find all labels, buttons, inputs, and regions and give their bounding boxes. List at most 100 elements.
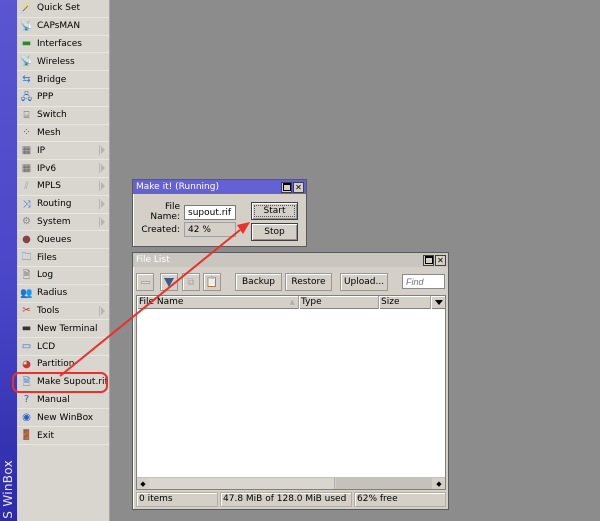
interfaces-icon: ▬ xyxy=(21,38,32,50)
column-header-type[interactable]: Type xyxy=(299,296,379,309)
tools-icon: ✂ xyxy=(22,305,31,317)
file-list-titlebar[interactable]: File List ✕ xyxy=(133,253,448,267)
sidebar-item-quick-set[interactable]: 🪄 Quick Set xyxy=(17,0,109,18)
sort-ascending-icon: ▲ xyxy=(289,298,295,306)
sidebar-item-radius[interactable]: 👥 Radius xyxy=(17,285,109,303)
sidebar-item-label: Make Supout.rif xyxy=(37,377,108,388)
sidebar-item-new-winbox[interactable]: ◉ New WinBox xyxy=(17,409,109,428)
find-input[interactable] xyxy=(402,274,445,289)
queues-icon: ● xyxy=(22,234,31,246)
column-header-size[interactable]: Size xyxy=(379,296,431,309)
submenu-arrow-icon xyxy=(99,180,105,191)
status-item-count: 0 items xyxy=(136,492,218,507)
chevron-down-icon xyxy=(435,300,443,305)
sidebar-item-queues[interactable]: ● Queues xyxy=(17,231,109,250)
close-button[interactable]: ✕ xyxy=(435,254,446,266)
mesh-icon: ⁘ xyxy=(22,127,31,139)
submenu-arrow-icon xyxy=(99,145,105,156)
scroll-track[interactable] xyxy=(336,478,432,489)
filter-button[interactable] xyxy=(160,273,178,291)
sidebar-item-label: Manual xyxy=(37,394,70,405)
make-supout-window: Make it! (Running) ✕ File Name: supout.r… xyxy=(132,179,307,247)
sidebar-item-label: LCD xyxy=(37,341,56,352)
submenu-arrow-icon xyxy=(99,163,105,174)
status-free-space: 62% free xyxy=(354,492,446,507)
sidebar-item-label: New WinBox xyxy=(37,412,94,423)
sidebar-item-label: Wireless xyxy=(37,56,75,67)
file-name-input[interactable]: supout.rif xyxy=(184,204,236,220)
sidebar-item-label: Queues xyxy=(37,234,72,245)
ppp-icon: 🖧 xyxy=(20,91,33,103)
window-title: File List xyxy=(136,255,170,265)
file-list-toolbar: ⧉ 📋 Backup Restore Upload... xyxy=(136,273,445,292)
paste-button[interactable]: 📋 xyxy=(203,273,221,291)
sidebar-item-routing[interactable]: ⤨ Routing xyxy=(17,196,109,214)
sidebar-item-lcd[interactable]: ▭ LCD xyxy=(17,338,109,356)
remove-button[interactable] xyxy=(136,273,154,291)
table-header: File Name ▲ Type Size xyxy=(137,296,445,309)
file-name-label: File Name: xyxy=(150,202,180,222)
scroll-right-button[interactable]: ◆ xyxy=(433,478,445,489)
maximize-button[interactable] xyxy=(423,254,434,266)
sidebar-item-manual[interactable]: ? Manual xyxy=(17,392,109,410)
sidebar-item-label: PPP xyxy=(37,92,54,103)
scroll-left-button[interactable]: ◆ xyxy=(137,478,149,489)
scroll-thumb[interactable] xyxy=(149,478,335,489)
sidebar-item-label: Switch xyxy=(37,110,67,121)
sidebar-item-label: Mesh xyxy=(37,127,61,138)
sidebar-item-ppp[interactable]: 🖧 PPP xyxy=(17,89,109,107)
sidebar-item-new-terminal[interactable]: ▬ New Terminal xyxy=(17,320,109,339)
created-value: 42 % xyxy=(184,222,236,237)
column-menu-button[interactable] xyxy=(431,296,445,309)
sidebar-item-log[interactable]: 🗎 Log xyxy=(17,267,109,285)
sidebar-item-label: Interfaces xyxy=(37,38,82,49)
sidebar-item-label: Files xyxy=(37,252,57,263)
sidebar-item-system[interactable]: ⚙ System xyxy=(17,214,109,232)
sidebar-item-partition[interactable]: ◕ Partition xyxy=(17,356,109,374)
maximize-button[interactable] xyxy=(281,181,292,193)
backup-button[interactable]: Backup xyxy=(235,273,282,291)
sidebar-item-tools[interactable]: ✂ Tools xyxy=(17,303,109,321)
copy-button[interactable]: ⧉ xyxy=(182,273,200,291)
mpls-icon: ⫽ xyxy=(24,180,29,192)
sidebar-item-make-supout-rif[interactable]: 🗎 Make Supout.rif xyxy=(17,374,109,392)
brand-text: S WinBox xyxy=(1,460,15,519)
stop-button[interactable]: Stop xyxy=(251,223,298,241)
wireless-icon: 📡 xyxy=(20,56,33,68)
sidebar-item-files[interactable]: 🗀 Files xyxy=(17,249,109,267)
sidebar-item-mpls[interactable]: ⫽ MPLS xyxy=(17,178,109,196)
status-disk-usage: 47.8 MiB of 128.0 MiB used xyxy=(220,492,352,507)
sidebar-item-ipv6[interactable]: ▦ IPv6 xyxy=(17,160,109,178)
log-icon: 🗎 xyxy=(22,269,31,281)
sidebar-item-mesh[interactable]: ⁘ Mesh xyxy=(17,125,109,143)
sidebar-item-interfaces[interactable]: ▬ Interfaces xyxy=(17,36,109,54)
sidebar-item-label: IP xyxy=(37,145,46,156)
sidebar-item-label: Log xyxy=(37,270,54,281)
sidebar-item-switch[interactable]: ⌸ Switch xyxy=(17,107,109,125)
file-list-window: File List ✕ ⧉ 📋 Backup Restore Upload...… xyxy=(132,252,449,510)
file-table: File Name ▲ Type Size ◆ ◆ xyxy=(136,295,446,490)
sidebar-item-bridge[interactable]: ⇆ Bridge xyxy=(17,71,109,89)
close-button[interactable]: ✕ xyxy=(293,181,304,193)
lcd-icon: ▭ xyxy=(21,341,32,353)
sidebar-item-label: Tools xyxy=(37,305,60,316)
bridge-icon: ⇆ xyxy=(22,74,31,86)
sidebar-item-ip[interactable]: ▦ IP xyxy=(17,142,109,161)
restore-button[interactable]: Restore xyxy=(285,273,332,291)
submenu-arrow-icon xyxy=(99,305,105,316)
make-supout-titlebar[interactable]: Make it! (Running) ✕ xyxy=(133,180,306,194)
exit-icon: 🚪 xyxy=(20,430,33,442)
sidebar-item-exit[interactable]: 🚪 Exit xyxy=(17,427,109,445)
horizontal-scrollbar[interactable]: ◆ ◆ xyxy=(137,477,445,489)
partition-icon: ◕ xyxy=(22,358,31,370)
submenu-arrow-icon xyxy=(99,198,105,209)
sidebar-item-label: Quick Set xyxy=(37,3,81,14)
sidebar-item-wireless[interactable]: 📡 Wireless xyxy=(17,53,109,72)
copy-icon: ⧉ xyxy=(187,276,195,288)
upload-button[interactable]: Upload... xyxy=(340,273,388,291)
filter-icon xyxy=(164,277,174,287)
column-header-file-name[interactable]: File Name ▲ xyxy=(137,296,299,309)
manual-icon: ? xyxy=(23,394,30,406)
start-button[interactable]: Start xyxy=(251,202,298,220)
sidebar-item-capsman[interactable]: 📡 CAPsMAN xyxy=(17,18,109,36)
